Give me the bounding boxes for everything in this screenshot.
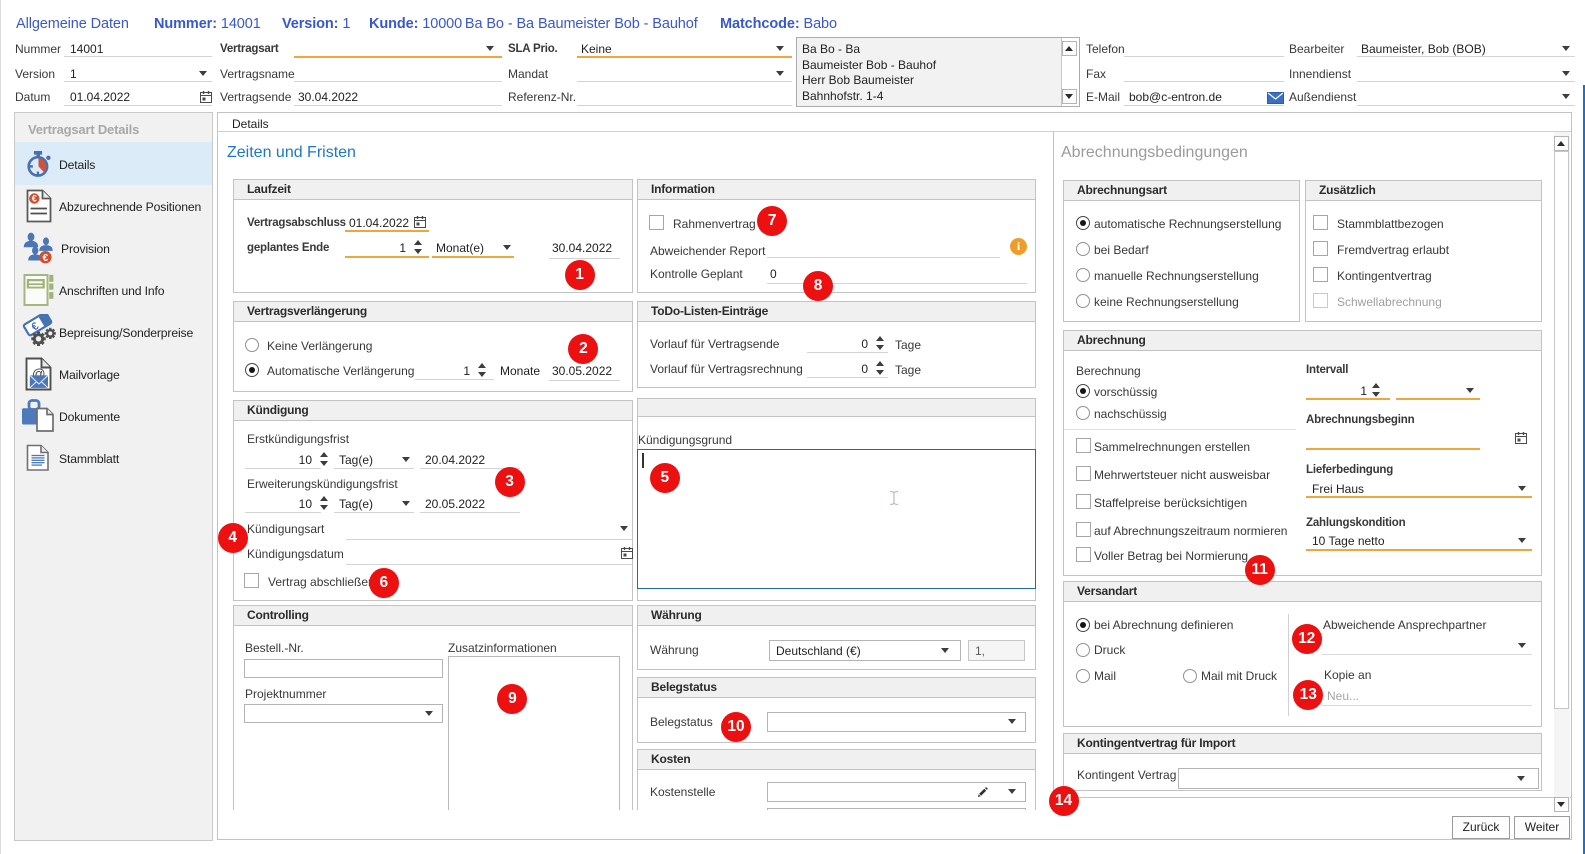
svg-text:€: €: [32, 194, 37, 204]
svg-text:€: €: [43, 253, 49, 264]
